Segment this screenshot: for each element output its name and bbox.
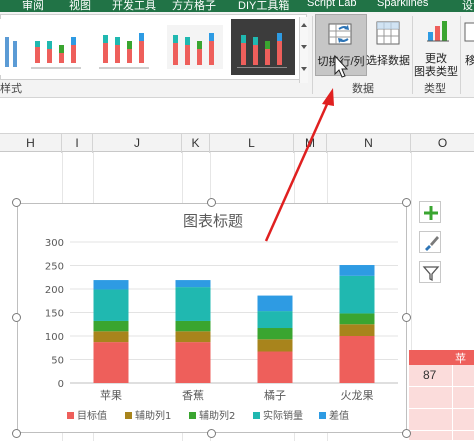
annotation-arrowhead-icon (322, 88, 334, 106)
mouse-cursor-icon (334, 54, 349, 78)
annotation-overlay (264, 54, 349, 242)
excel-window: 审阅 视图 开发工具 方方格子 DIY工具箱 Script Lab Sparkl… (0, 0, 474, 441)
annotation-arrow (264, 101, 330, 242)
